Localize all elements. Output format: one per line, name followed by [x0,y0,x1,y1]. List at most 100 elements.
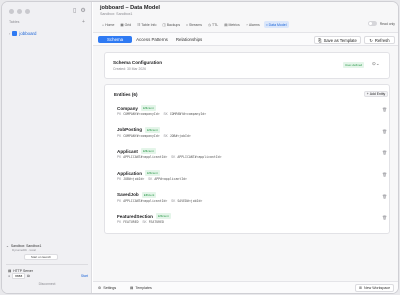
entity-row[interactable]: FeaturedSection Efficient PK FEATURED SK … [114,210,387,232]
tab-relationships[interactable]: Relationships [172,36,206,43]
entity-pk: FEATURED [123,220,139,225]
trash-icon[interactable]: 🗑 [382,107,387,112]
app-window: ▯ ⚙ Tables + › jobboard ⌄ Sandbox: Sandb… [1,1,399,294]
sidebar: ▯ ⚙ Tables + › jobboard ⌄ Sandbox: Sandb… [2,2,92,293]
save-icon: ⎘ [318,37,322,43]
status-dot-icon: ● [8,274,11,278]
table-icon [12,31,18,36]
status-badge: User-defined [343,62,365,68]
add-table-icon[interactable]: + [82,19,85,25]
entity-sk: APPLICANT#<applicantId> [177,155,222,160]
alarms-icon: ◔ [245,22,248,27]
entity-row[interactable]: Applicant Efficient PK APPLICANT#<applica… [114,145,387,167]
entity-list: Company Efficient PK COMPANY#<companyId> … [114,102,387,232]
home-icon: ⌂ [102,22,105,27]
entity-pk: APPLICANT#<applicantId> [123,155,168,160]
add-entity-button[interactable]: + Add Entity [364,91,388,97]
efficiency-badge: Efficient [145,126,160,133]
tab-data-model[interactable]: ⌗ Data Model [263,21,289,28]
tab-table-info[interactable]: ☷ Table Info [135,21,158,28]
chevron-down-icon[interactable]: ⌄ [6,244,9,248]
entities-card: Entities (6) + Add Entity Company Efficie… [104,84,390,234]
gear-icon: ⚙ [98,286,102,290]
close-window-button[interactable] [9,9,14,14]
sidebar-toggle-icon[interactable]: ▯ [73,7,76,14]
entity-sk: APP#<applicantId> [154,177,187,182]
templates-icon: ▤ [130,286,134,290]
start-on-launch-button[interactable]: Start on launch [24,254,58,260]
divider [6,264,88,265]
ttl-icon: ◷ [208,22,212,27]
tab-access-patterns[interactable]: Access Patterns [132,36,172,43]
entities-title: Entities (6) [114,92,138,97]
more-options-icon[interactable]: ⊙⌄ [372,61,380,67]
entity-pk: COMPANY#<companyId> [123,133,160,138]
refresh-button[interactable]: ↻ Refresh [364,36,395,44]
efficiency-badge: Efficient [141,191,157,198]
tab-alarms[interactable]: ◔ Alarms [244,21,262,28]
sidebar-item-label: jobboard [19,31,37,36]
entity-name: FeaturedSection [117,213,153,219]
efficiency-badge: Efficient [140,105,156,111]
tab-ttl[interactable]: ◷ TTL [206,21,220,28]
trash-icon[interactable]: 🗑 [382,215,387,220]
trash-icon[interactable]: 🗑 [382,172,387,177]
sidebar-bottom: ⌄ Sandbox: Sandbox1 DynamoDb · local Sta… [6,243,88,286]
sidebar-item-jobboard[interactable]: › jobboard [6,29,86,38]
trash-icon[interactable]: 🗑 [382,129,387,134]
trash-icon[interactable]: 🗑 [382,194,387,199]
settings-gear-icon[interactable]: ⚙ [80,7,85,14]
tab-home[interactable]: ⌂ Home [100,21,116,28]
entity-name: SavedJob [117,192,139,198]
grid-icon: ▦ [120,22,124,27]
entity-sk: FEATURED [148,220,164,225]
settings-button[interactable]: ⚙ Settings [98,284,116,292]
tab-label: Backups [166,22,181,27]
tab-grid[interactable]: ▦ Grid [118,21,133,28]
disconnect-button[interactable]: Disconnect [6,282,88,286]
tab-label: TTL [212,22,219,27]
tab-backups[interactable]: ◫ Backups [160,21,182,28]
entity-pk: COMPANY#<companyId> [123,112,160,116]
tab-streams[interactable]: ≈ Streams [184,21,204,28]
page-title: jobboard – Data Model [100,5,160,11]
read-only-label: Read only [379,21,395,26]
schema-config-title: Schema Configuration [113,60,163,65]
efficiency-badge: Efficient [140,148,156,155]
nav-tabs: ⌂ Home ▦ Grid ☷ Table Info ◫ Backups ≈ Stream… [100,21,289,28]
read-only-toggle[interactable] [367,21,377,26]
entity-row[interactable]: Application Efficient PK JOB#<jobId> SK A… [114,167,387,189]
tab-schema[interactable]: Schema [98,36,133,43]
save-as-template-button[interactable]: ⎘ Save as Template [314,36,361,44]
entity-row[interactable]: Company Efficient PK COMPANY#<companyId> … [114,102,387,124]
entity-sk: SAVED#<jobId> [177,198,203,203]
tab-label: Alarms [248,22,260,27]
http-server-label: HTTP Server [13,268,33,273]
entity-row[interactable]: SavedJob Efficient PK APPLICANT#<applican… [114,189,387,211]
start-server-button[interactable]: Start [81,274,88,278]
new-workspace-button[interactable]: ⊞ New Workspace [355,284,395,292]
segmented-tabs: Schema Access Patterns Relationships [98,36,206,43]
refresh-icon: ↻ [369,37,373,43]
read-only-toggle-row: Read only [367,21,395,26]
copy-icon[interactable]: ⧉ [27,274,29,278]
page-subtitle: Sandbox: Sandbox1 [100,12,133,16]
tab-label: Grid [124,22,132,27]
entity-sk: COMPANY#<companyId> [169,112,207,116]
launch-label: Start on launch [30,255,52,259]
zoom-window-button[interactable] [25,9,30,14]
tab-metrics[interactable]: ▤ Metrics [222,21,242,28]
new-workspace-label: New Workspace [364,286,391,290]
minimize-window-button[interactable] [17,9,22,14]
port-row: ● 8888 ⧉ Start [6,273,88,279]
add-entity-label: Add Entity [369,92,386,96]
schema-created-date: Created: 30 Mar 2026 [113,67,146,71]
trash-icon[interactable]: 🗑 [382,150,387,155]
plus-icon: + [366,92,369,96]
new-window-icon: ⊞ [359,286,363,290]
port-input[interactable]: 8888 [12,273,26,279]
entity-name: Applicant [117,148,138,154]
entity-row[interactable]: JobPosting Efficient PK COMPANY#<companyI… [114,124,387,146]
backups-icon: ◫ [162,22,166,27]
templates-button[interactable]: ▤ Templates [130,284,152,292]
